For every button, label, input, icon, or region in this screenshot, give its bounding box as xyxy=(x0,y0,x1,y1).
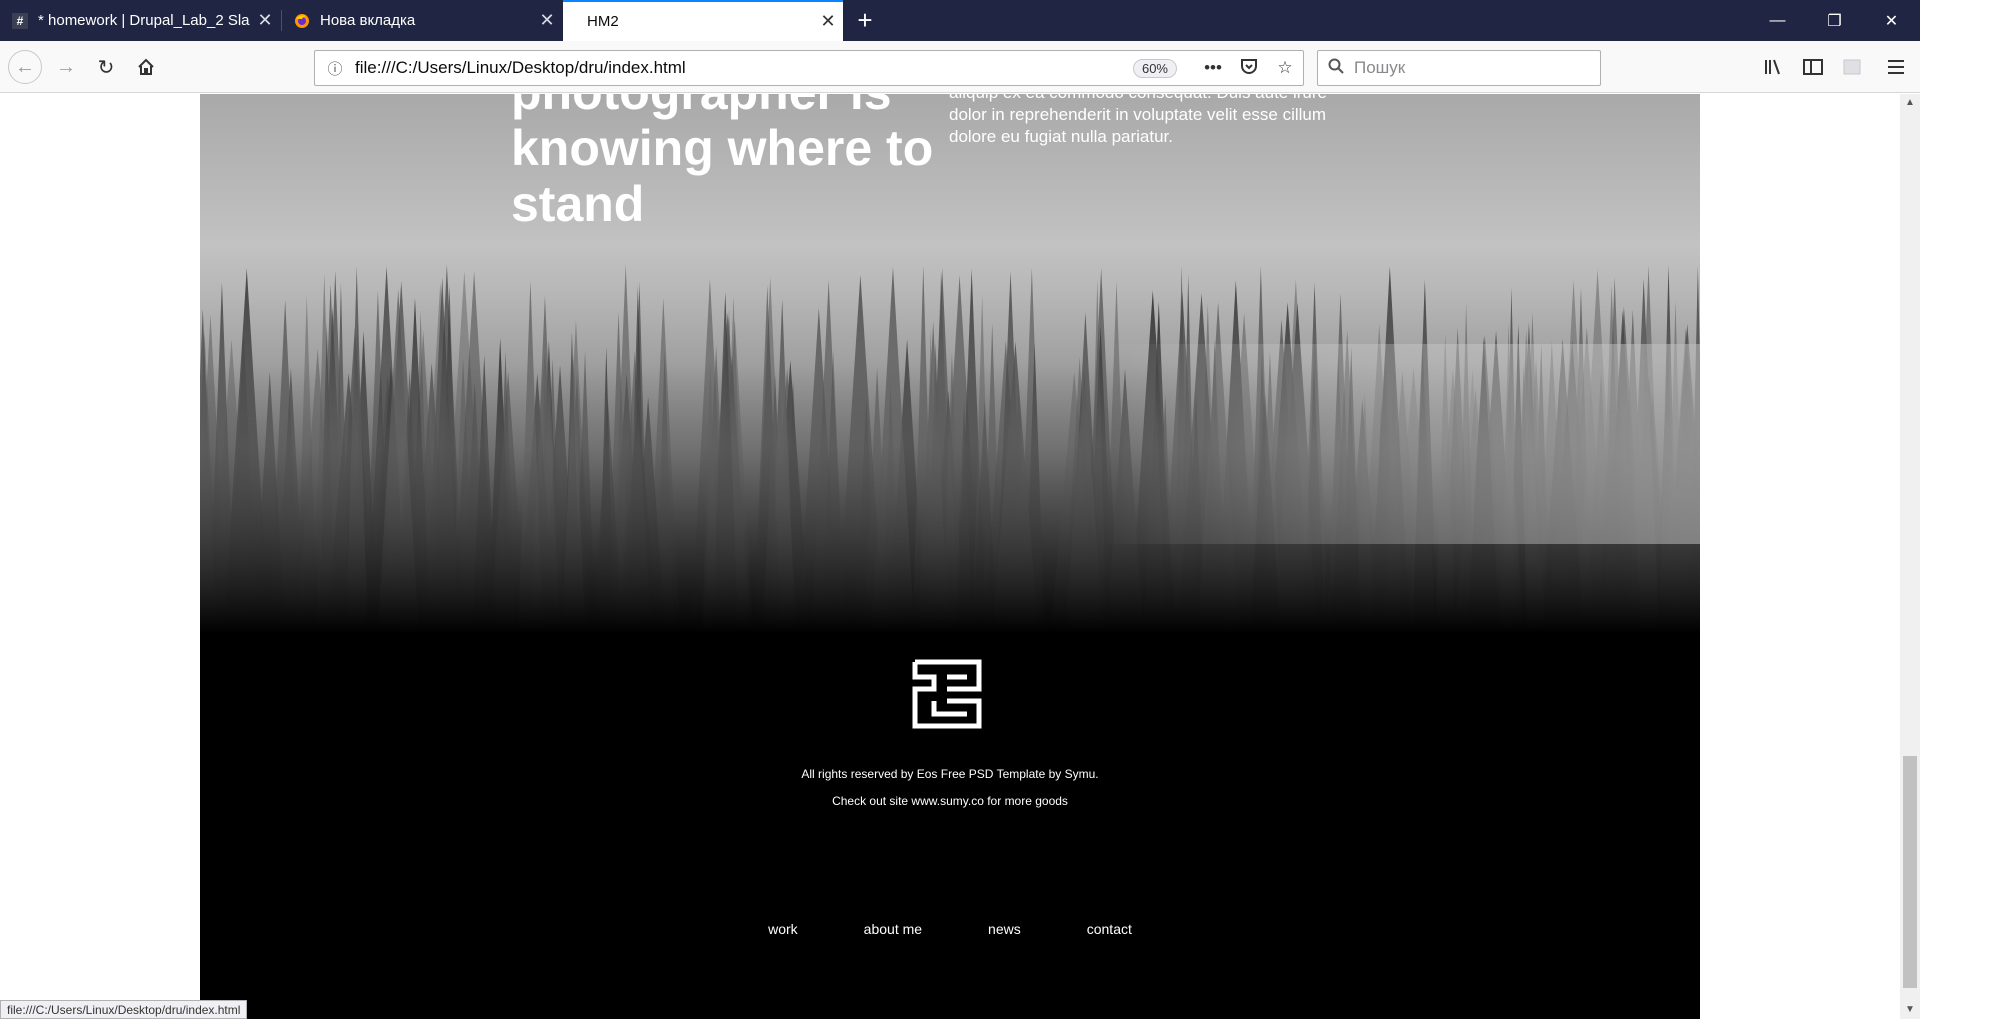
tab-bar: # * homework | Drupal_Lab_2 Sla ✕ Нова в… xyxy=(0,0,1920,41)
search-bar[interactable] xyxy=(1317,50,1601,86)
footer-checkout: Check out site www.sumy.co for more good… xyxy=(832,794,1068,808)
hero-paragraph: aliquip ex ea commodo consequat. Duis au… xyxy=(949,94,1379,148)
vertical-scrollbar[interactable]: ▲ ▼ xyxy=(1900,94,1920,1019)
screenshot-icon[interactable] xyxy=(1836,51,1868,83)
eos-logo-icon[interactable] xyxy=(912,659,982,729)
sidebar-icon[interactable] xyxy=(1797,51,1829,83)
close-icon[interactable]: ✕ xyxy=(813,11,843,32)
address-bar[interactable]: ⓘ file:///C:/Users/Linux/Desktop/dru/ind… xyxy=(314,50,1304,86)
navigation-bar: ← → ↻ ⓘ file:///C:/Users/Linux/Desktop/d… xyxy=(0,41,1920,93)
headline-line: photographer is xyxy=(511,94,971,120)
hash-icon: # xyxy=(12,12,28,29)
new-tab-button[interactable]: + xyxy=(850,0,880,41)
footer-link-about-me[interactable]: about me xyxy=(831,921,955,937)
zoom-indicator[interactable]: 60% xyxy=(1132,58,1177,78)
page-content: photographer is knowing where to stand a… xyxy=(200,94,1700,1019)
pocket-icon[interactable] xyxy=(1231,57,1267,80)
firefox-icon xyxy=(294,13,310,29)
bookmark-star-icon[interactable]: ☆ xyxy=(1267,58,1303,78)
tab-title: Нова вкладка xyxy=(320,12,416,29)
footer-link-news[interactable]: news xyxy=(955,921,1054,937)
menu-icon[interactable] xyxy=(1880,51,1912,83)
search-input[interactable] xyxy=(1354,58,1600,78)
tab-title: HM2 xyxy=(587,13,619,30)
tab-title: * homework | Drupal_Lab_2 Sla xyxy=(38,12,250,29)
footer-link-work[interactable]: work xyxy=(735,921,831,937)
status-bar-url: file:///C:/Users/Linux/Desktop/dru/index… xyxy=(0,1000,248,1019)
browser-window: # * homework | Drupal_Lab_2 Sla ✕ Нова в… xyxy=(0,0,1920,1019)
tab-new-tab[interactable]: Нова вкладка ✕ xyxy=(282,0,562,41)
screen: # * homework | Drupal_Lab_2 Sla ✕ Нова в… xyxy=(0,0,1998,1019)
page-viewport: photographer is knowing where to stand a… xyxy=(0,94,1900,1019)
window-controls: — ❐ ✕ xyxy=(1749,0,1920,41)
headline-line: stand xyxy=(511,176,645,232)
paragraph-line: dolor in reprehenderit in voluptate veli… xyxy=(949,105,1327,124)
home-icon[interactable] xyxy=(130,51,162,83)
footer-nav: work about me news contact xyxy=(200,921,1700,937)
reload-icon[interactable]: ↻ xyxy=(90,51,122,83)
paragraph-line: aliquip ex ea commodo consequat. Duis au… xyxy=(949,94,1379,104)
close-icon[interactable]: ✕ xyxy=(532,10,562,31)
footer-link-contact[interactable]: contact xyxy=(1054,921,1165,937)
tab-hm2[interactable]: HM2 ✕ xyxy=(563,0,843,41)
restore-icon[interactable]: ❐ xyxy=(1806,0,1863,41)
paragraph-line: dolore eu fugiat nulla pariatur. xyxy=(949,127,1173,146)
page-actions-icon[interactable]: ••• xyxy=(1195,58,1231,78)
url-text[interactable]: file:///C:/Users/Linux/Desktop/dru/index… xyxy=(355,58,1133,78)
back-arrow-icon[interactable]: ← xyxy=(8,50,42,84)
scroll-down-icon[interactable]: ▼ xyxy=(1900,1001,1920,1019)
scroll-up-icon[interactable]: ▲ xyxy=(1900,94,1920,112)
headline-line: knowing where to xyxy=(511,120,934,176)
forward-arrow-icon[interactable]: → xyxy=(50,51,82,83)
info-icon[interactable]: ⓘ xyxy=(315,58,355,79)
close-icon[interactable]: ✕ xyxy=(250,10,280,31)
minimize-icon[interactable]: — xyxy=(1749,0,1806,41)
hero-headline: photographer is knowing where to stand xyxy=(511,94,971,232)
close-window-icon[interactable]: ✕ xyxy=(1863,0,1920,41)
tab-homework[interactable]: # * homework | Drupal_Lab_2 Sla ✕ xyxy=(0,0,280,41)
search-icon xyxy=(1318,58,1354,79)
footer-copyright: All rights reserved by Eos Free PSD Temp… xyxy=(801,767,1099,781)
library-icon[interactable] xyxy=(1758,51,1790,83)
scrollbar-thumb[interactable] xyxy=(1903,756,1917,988)
